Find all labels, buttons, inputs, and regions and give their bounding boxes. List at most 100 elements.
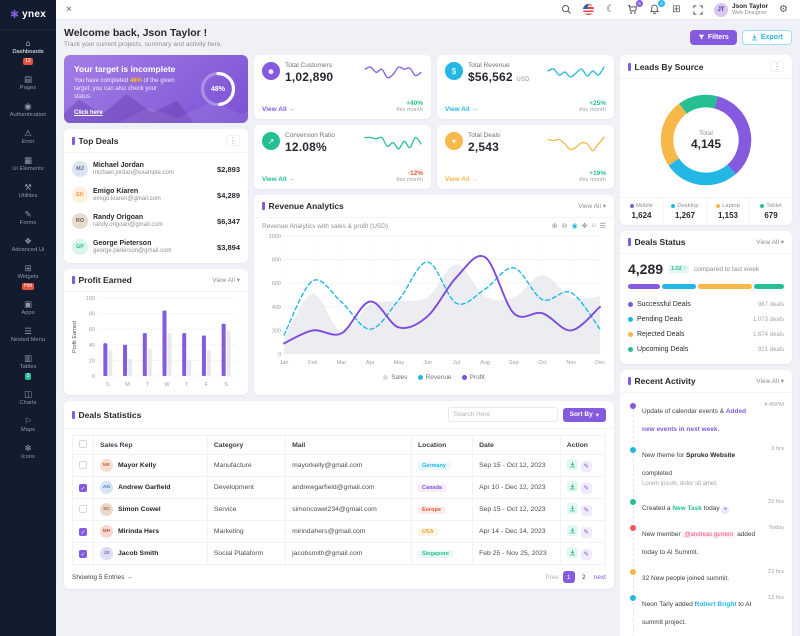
revenue-legend: Sales Revenue Profit xyxy=(254,373,614,385)
svg-text:Oct: Oct xyxy=(538,360,547,366)
table-search-input[interactable] xyxy=(447,407,558,422)
sidebar-item-tables[interactable]: ▥ Tables 3 xyxy=(0,349,56,385)
edit-pencil-icon[interactable]: ✎ xyxy=(580,548,592,560)
stat-period: this month xyxy=(579,177,606,183)
edit-pencil-icon[interactable]: ✎ xyxy=(580,504,592,516)
zoom-in-icon[interactable]: ⊕ xyxy=(552,222,558,230)
stat-view-all-link[interactable]: View All → xyxy=(262,176,295,183)
settings-gear-icon[interactable]: ⚙ xyxy=(777,3,790,16)
sidebar-item-maps[interactable]: ⚐ Maps xyxy=(0,412,56,439)
edit-pencil-icon[interactable]: ✎ xyxy=(580,460,592,472)
stat-cards: ☻ Total Customers 1,02,890 View All → +40% th… xyxy=(254,55,614,189)
target-click-here-link[interactable]: Click here xyxy=(74,110,103,116)
pagination-page[interactable]: 1 xyxy=(562,571,575,583)
activity-time: Today xyxy=(768,524,784,531)
dark-mode-icon[interactable]: ☾ xyxy=(604,3,617,16)
profit-view-all[interactable]: View All ▾ xyxy=(212,276,240,284)
sidebar-item-advanced-ui[interactable]: ❖ Advanced Ui xyxy=(0,232,56,259)
row-checkbox[interactable]: ✓ xyxy=(79,527,87,536)
sidebar-item-label: Forms xyxy=(19,220,37,226)
activity-dot xyxy=(630,525,636,531)
table-row: ✓ AG Andrew Garfield Development andrewgarfi… xyxy=(72,476,607,499)
sidebar-item-widgets[interactable]: ⊞ Widgets Hot xyxy=(0,259,56,295)
revenue-view-all[interactable]: View All ▾ xyxy=(578,202,606,210)
target-progress-label: 48% xyxy=(210,85,225,93)
stat-unit: USD xyxy=(516,77,530,83)
notifications-bell-icon[interactable]: 3 xyxy=(648,0,665,16)
status-label: Pending Deals xyxy=(637,316,683,323)
header-checkbox[interactable] xyxy=(79,440,87,448)
row-checkbox[interactable]: ✓ xyxy=(79,483,87,492)
dots-menu-icon[interactable]: ⋮ xyxy=(770,61,784,72)
sidebar-item-pages[interactable]: ▤ Pages xyxy=(0,70,56,97)
sidebar-item-label: Ui Elements xyxy=(12,166,44,172)
recent-activity-view-all[interactable]: View All ▾ xyxy=(756,377,784,385)
sidebar-item-label: Tables xyxy=(19,364,37,370)
sidebar-item-badge: 12 xyxy=(23,58,33,65)
edit-pencil-icon[interactable]: ✎ xyxy=(580,482,592,494)
mail-cell: simoncowel234@gmail.com xyxy=(285,498,413,521)
download-action-icon[interactable] xyxy=(566,525,578,537)
pagination-next[interactable]: next xyxy=(594,574,606,581)
dots-menu-icon[interactable]: ⋮ xyxy=(226,135,240,146)
table-header-row: Sales Rep Category Mail Location Date Action xyxy=(72,435,607,455)
sidebar-item-forms[interactable]: ✎ Forms xyxy=(0,205,56,232)
close-icon[interactable]: × xyxy=(66,4,72,15)
download-action-icon[interactable] xyxy=(566,503,578,515)
logo-icon: ✱ xyxy=(9,9,20,21)
sidebar-item-charts[interactable]: ◫ Charts xyxy=(0,385,56,412)
sidebar-item-ui-elements[interactable]: ▦ Ui Elements xyxy=(0,151,56,178)
edit-pencil-icon[interactable]: ✎ xyxy=(580,526,592,538)
logo[interactable]: ✱ ynex xyxy=(0,0,56,30)
sidebar-item-utilities[interactable]: ⚒ Utilities xyxy=(0,178,56,205)
sidebar-item-authentication[interactable]: ◉ Authentication xyxy=(0,97,56,124)
status-label: Upcoming Deals xyxy=(637,346,689,353)
export-button[interactable]: Export xyxy=(741,30,792,45)
status-bar-segment xyxy=(628,284,660,289)
deal-amount: $6,347 xyxy=(217,216,240,226)
sidebar-item-error[interactable]: ⚠ Error xyxy=(0,124,56,151)
top-deal-row: EK Emigo Kiaren emigo.kiaren@gmail.com $4,2… xyxy=(72,182,240,208)
download-action-icon[interactable] xyxy=(566,459,578,471)
row-checkbox[interactable] xyxy=(79,460,87,469)
user-menu[interactable]: JT Json Taylor Web Designer xyxy=(713,2,768,17)
legend-label: Tablet xyxy=(766,203,782,209)
pagination-prev[interactable]: Prev xyxy=(545,574,558,581)
fullscreen-icon[interactable] xyxy=(692,3,705,16)
stat-value: $56,562 USD xyxy=(468,70,530,84)
deals-status-badge: 1.02 ↑ xyxy=(668,265,690,273)
selection-zoom-icon[interactable]: ◉ xyxy=(572,222,578,230)
stat-view-all-link[interactable]: View All → xyxy=(445,106,478,113)
row-checkbox[interactable]: ✓ xyxy=(79,549,87,558)
sidebar-item-nested-menu[interactable]: ☰ Nested Menu xyxy=(0,322,56,349)
status-bar-segment xyxy=(754,284,784,289)
row-checkbox[interactable] xyxy=(79,504,87,513)
filters-button[interactable]: Filters xyxy=(689,30,737,45)
sort-by-button[interactable]: Sort By ▾ xyxy=(562,407,606,422)
download-action-icon[interactable] xyxy=(566,547,578,559)
reset-home-icon[interactable]: ⌂ xyxy=(591,222,595,230)
sidebar-item-icons[interactable]: ✻ Icons xyxy=(0,439,56,466)
search-icon[interactable] xyxy=(560,3,573,16)
stat-period: this month xyxy=(579,107,606,113)
table-footer: Showing 5 Entries → Prev 12 next xyxy=(64,565,614,589)
apps-grid-icon[interactable]: ⊞ xyxy=(670,3,683,16)
zoom-out-icon[interactable]: ⊖ xyxy=(562,222,568,230)
deals-status-view-all[interactable]: View All ▾ xyxy=(756,238,784,246)
cart-icon[interactable]: 5 xyxy=(626,0,643,16)
menu-icon[interactable]: ☰ xyxy=(600,222,606,230)
pan-icon[interactable]: ✥ xyxy=(582,222,588,230)
activity-time: 4:45PM xyxy=(764,402,784,408)
status-bar-segment xyxy=(661,284,697,289)
stat-view-all-link[interactable]: View All → xyxy=(445,176,478,183)
cart-badge: 5 xyxy=(635,0,643,7)
pagination-page[interactable]: 2 xyxy=(578,571,590,583)
stat-card-total-revenue: $ Total Revenue $56,562 USD View All → +25% t… xyxy=(437,55,614,119)
download-action-icon[interactable] xyxy=(566,481,578,493)
top-deal-row: GP George Pieterson george.pieterson@gmail… xyxy=(72,234,240,260)
sidebar-item-apps[interactable]: ▣ Apps xyxy=(0,295,56,322)
date-cell: Apr 10 - Dec 12, 2023 xyxy=(472,476,561,499)
sidebar-item-dashboards[interactable]: ⌂ Dashboards 12 xyxy=(0,34,56,70)
stat-view-all-link[interactable]: View All → xyxy=(262,106,295,113)
language-flag-icon[interactable] xyxy=(582,3,595,16)
